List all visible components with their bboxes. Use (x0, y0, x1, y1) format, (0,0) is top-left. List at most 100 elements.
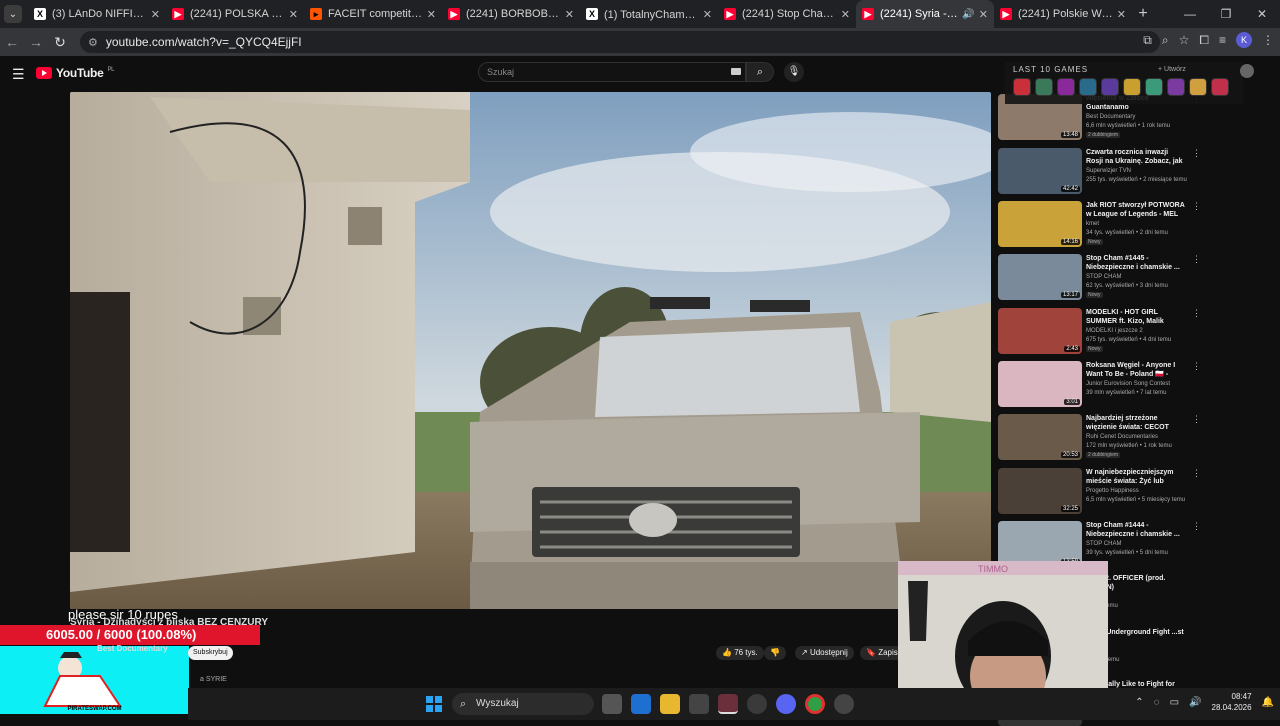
reading-list-icon[interactable]: ≡ (1219, 33, 1226, 47)
browser-tab[interactable]: ▶ (2241) POLSKA ELITA POL ✕ (166, 0, 304, 28)
store-icon[interactable] (689, 694, 709, 714)
more-options-icon[interactable]: ⋮ (1192, 148, 1201, 159)
tab-close-icon[interactable]: ✕ (151, 8, 160, 21)
tab-close-icon[interactable]: ✕ (427, 8, 436, 21)
tab-search-button[interactable]: ⌄ (4, 5, 22, 23)
browser-tab[interactable]: ▸ FACEIT competitive match ✕ (304, 0, 442, 28)
video-title: Stop Cham #1444 - Niebezpieczne i chamsk… (1086, 522, 1180, 538)
browser-tab[interactable]: ▶ (2241) Polskie Wypadki D ✕ (994, 0, 1132, 28)
recommended-video[interactable]: 3:01 Roksana Węgiel - Anyone I Want To Be… (998, 361, 1248, 407)
video-badge: Nowy (1086, 346, 1103, 352)
app-icon[interactable] (718, 694, 738, 714)
more-options-icon[interactable]: ⋮ (1192, 468, 1201, 479)
like-button[interactable]: 👍 76 tys. (716, 646, 764, 660)
video-thumbnail[interactable]: 3:01 (998, 361, 1082, 407)
menu-hamburger-icon[interactable]: ☰ (12, 66, 25, 83)
recommended-video[interactable]: 13:17 Stop Cham #1445 - Niebezpieczne i c… (998, 254, 1248, 300)
recommended-video[interactable]: 32:25 W najniebezpieczniejszym mieście św… (998, 468, 1248, 514)
zoom-icon[interactable]: ⌕ (1162, 33, 1169, 48)
more-options-icon[interactable]: ⋮ (1192, 521, 1201, 532)
tab-close-icon[interactable]: ✕ (841, 8, 850, 21)
obs-icon[interactable] (834, 694, 854, 714)
network-icon[interactable]: ◌ (1154, 697, 1160, 708)
video-thumbnail[interactable]: 42:42 (998, 148, 1082, 194)
chrome-menu-icon[interactable]: ⋮ (1262, 33, 1274, 47)
close-window-icon[interactable]: ✕ (1244, 7, 1280, 21)
view-count: 6,6 mln wyświetleń • 1 rok temu (1086, 123, 1171, 129)
back-icon[interactable]: ← (0, 34, 24, 50)
notification-icon[interactable]: 🔔 (1262, 697, 1274, 708)
steam-icon[interactable] (747, 694, 767, 714)
voice-search-icon[interactable]: 🎙 (784, 62, 804, 82)
profile-avatar[interactable]: K (1236, 32, 1252, 48)
display-icon[interactable]: ▭ (1170, 697, 1179, 708)
more-options-icon[interactable]: ⋮ (1192, 414, 1201, 425)
new-tab-button[interactable]: + (1132, 5, 1154, 23)
video-thumbnail[interactable]: 20:53 (998, 414, 1082, 460)
video-thumbnail[interactable]: 14:16 (998, 201, 1082, 247)
forward-icon[interactable]: → (24, 34, 48, 50)
more-options-icon[interactable]: ⋮ (1192, 308, 1201, 319)
subscribe-button[interactable]: Subskrybuj (188, 646, 233, 660)
more-options-icon[interactable]: ⋮ (1192, 361, 1201, 372)
browser-tab[interactable]: ▶ (2241) BORBOBtv - YouTu ✕ (442, 0, 580, 28)
tab-title: (2241) Stop Cham #1446 (742, 8, 837, 20)
more-options-icon[interactable]: ⋮ (1192, 254, 1201, 265)
dislike-button[interactable]: 👎 (764, 646, 786, 660)
browser-tab[interactable]: ▶ (2241) Syria - Dzihady 🔊 ✕ (856, 0, 994, 28)
youtube-logo[interactable]: YouTube PL (36, 66, 114, 80)
tab-close-icon[interactable]: ✕ (703, 8, 712, 21)
reload-icon[interactable]: ↻ (48, 34, 72, 51)
recommended-video[interactable]: 42:42 Czwarta rocznica inwazji Rosji na U… (998, 148, 1248, 194)
share-button[interactable]: ↗ Udostępnij (795, 646, 854, 660)
extensions-icon[interactable]: ⧠ (1199, 33, 1209, 48)
channel-name[interactable]: Best Documentary (97, 644, 168, 653)
site-info-icon[interactable]: ⚙ (88, 36, 98, 49)
minimize-icon[interactable]: — (1172, 7, 1208, 21)
pirate-mascot-image (43, 652, 122, 707)
video-duration: 42:42 (1060, 186, 1080, 192)
maximize-icon[interactable]: ❐ (1208, 7, 1244, 21)
tray-chevron-icon[interactable]: ⌃ (1135, 697, 1143, 708)
taskbar-search[interactable]: ⌕ Wyszukaj (452, 693, 594, 715)
video-badge: Nowy (1086, 239, 1103, 245)
tab-close-icon[interactable]: ✕ (289, 8, 298, 21)
view-count: 39 tys. wyświetleń • 5 dni temu (1086, 550, 1168, 556)
keyboard-icon[interactable] (731, 68, 741, 75)
account-avatar[interactable] (1240, 64, 1254, 78)
task-view-icon[interactable] (602, 694, 622, 714)
taskbar-clock[interactable]: 08:47 28.04.2026 (1212, 691, 1252, 713)
tab-close-icon[interactable]: ✕ (979, 8, 988, 21)
file-explorer-icon[interactable] (660, 694, 680, 714)
more-options-icon[interactable]: ⋮ (1192, 201, 1201, 212)
recommended-video[interactable]: 14:16 Jak RIOT stworzył POTWORA w League … (998, 201, 1248, 247)
search-button[interactable]: ⌕ (746, 62, 774, 82)
outlook-icon[interactable] (631, 694, 651, 714)
browser-tab[interactable]: ▶ (2241) Stop Cham #1446 ✕ (718, 0, 856, 28)
create-button[interactable]: + Utwórz (1158, 66, 1186, 73)
tab-audio-icon[interactable]: 🔊 (962, 9, 974, 20)
bookmark-star-icon[interactable]: ☆ (1179, 33, 1190, 47)
install-app-icon[interactable]: ⧉ (1143, 33, 1152, 48)
recommended-video[interactable]: 20:53 Najbardziej strzeżone więzienie świ… (998, 414, 1248, 460)
recommended-video[interactable]: 2:43 MODELKI - HOT GIRL SUMMER ft. Kizo, … (998, 308, 1248, 354)
video-thumbnail[interactable]: 2:43 (998, 308, 1082, 354)
browser-tab[interactable]: X (1) TotalnyChampion 😍🔥 ✕ (580, 0, 718, 28)
browser-tab[interactable]: X (3) LAnDo NIFFIRG™ca w ✕ (28, 0, 166, 28)
windows-start-icon[interactable] (426, 696, 442, 712)
champion-icon (1035, 78, 1053, 96)
tab-close-icon[interactable]: ✕ (1117, 8, 1126, 21)
video-player[interactable] (70, 92, 991, 609)
sponsor-overlay: PIRATESWAP.COM (0, 646, 189, 714)
view-count: 39 mln wyświetleń • 7 lat temu (1086, 390, 1167, 396)
volume-icon[interactable]: 🔊 (1189, 697, 1201, 708)
chrome-icon[interactable] (805, 694, 825, 714)
search-input[interactable]: Szukaj (478, 62, 746, 82)
tab-title: (1) TotalnyChampion 😍🔥 (604, 8, 699, 21)
tab-close-icon[interactable]: ✕ (565, 8, 574, 21)
video-thumbnail[interactable]: 32:25 (998, 468, 1082, 514)
address-bar[interactable]: ⚙ youtube.com/watch?v=_QYCQ4EjjFI (80, 31, 1160, 53)
video-thumbnail[interactable]: 13:17 (998, 254, 1082, 300)
video-duration: 20:53 (1060, 452, 1080, 458)
discord-icon[interactable] (776, 694, 796, 714)
